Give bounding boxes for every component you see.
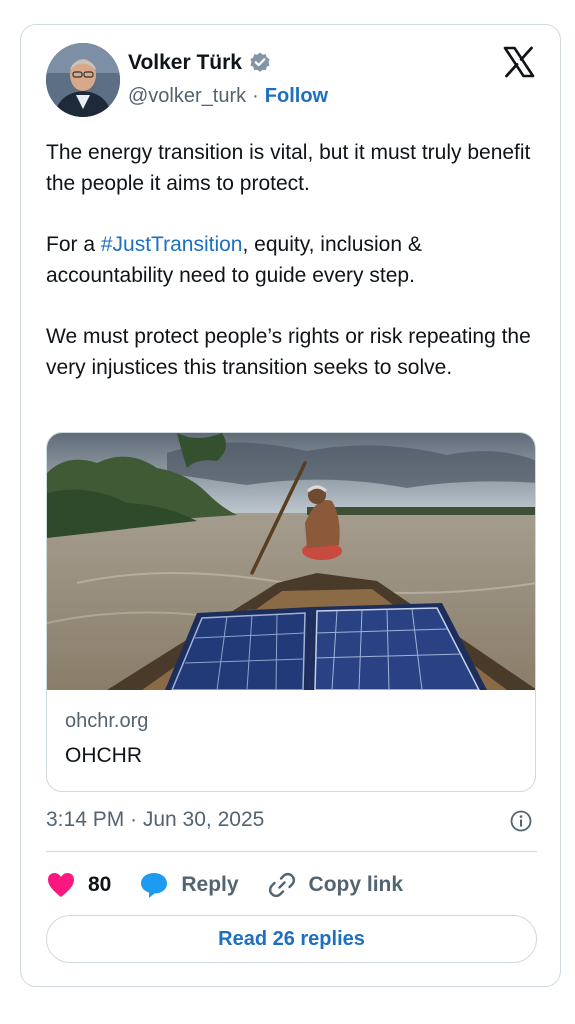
preview-image [47,433,535,690]
link-icon [268,872,295,898]
reply-bubble-icon [141,873,168,898]
tweet-timestamp[interactable]: 3:14 PM · Jun 30, 2025 [46,808,264,832]
like-count: 80 [88,873,112,896]
info-icon[interactable] [510,810,532,832]
tweet-embed-card: Volker Türk @volker_turk · Follow The en… [20,24,561,987]
heart-icon [48,873,74,897]
copy-link-label: Copy link [308,873,404,896]
divider [46,851,537,852]
hashtag-link[interactable]: #JustTransition [101,233,243,256]
author-handle-row: @volker_turk · Follow [128,85,328,108]
tweet-paragraph-1: The energy transition is vital, but it m… [46,141,531,195]
link-domain: ohchr.org [65,710,149,732]
author-name[interactable]: Volker Türk [128,51,242,75]
reply-button[interactable]: Reply [139,871,239,899]
tweet-paragraph-2: For a #JustTransition, equity, inclusion… [46,229,536,291]
author-handle[interactable]: @volker_turk [128,85,246,108]
copy-link-button[interactable]: Copy link [267,870,404,900]
separator-dot: · [252,85,259,107]
reply-label: Reply [181,873,239,896]
tweet-paragraph-3: We must protect people’s rights or risk … [46,325,531,379]
read-replies-button[interactable]: Read 26 replies [46,915,537,963]
x-logo-icon[interactable] [502,45,536,79]
tweet-text-segment: For a [46,233,101,256]
link-title: OHCHR [65,744,142,767]
link-preview-card[interactable]: ohchr.org OHCHR [46,432,536,792]
avatar-photo [46,43,120,117]
author-name-row: Volker Türk [128,51,272,75]
avatar[interactable] [46,43,120,117]
like-button[interactable]: 80 [46,871,111,899]
verified-badge-icon [248,51,272,75]
tweet-text: The energy transition is vital, but it m… [46,137,536,413]
follow-button[interactable]: Follow [265,85,328,108]
action-bar: 80 Reply Copy link [46,867,431,903]
